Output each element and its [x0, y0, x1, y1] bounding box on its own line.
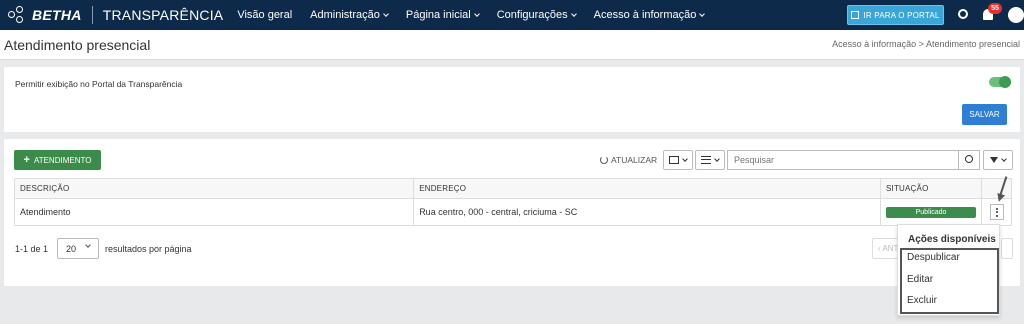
- search-button[interactable]: [958, 150, 980, 170]
- breadcrumb[interactable]: Acesso à informação > Atendimento presen…: [832, 39, 1020, 49]
- search-input[interactable]: [727, 150, 959, 170]
- list-icon: [701, 156, 711, 164]
- pagination-count: 1-1 de 1: [15, 244, 49, 254]
- cell-situacao: Publicado: [880, 198, 982, 226]
- menu-header: Ações disponíveis: [908, 234, 996, 245]
- cell-endereco: Rua centro, 000 - central, criciuma - SC: [413, 198, 881, 226]
- chevron-down-icon: [682, 155, 688, 162]
- toggle-knob: [999, 76, 1011, 88]
- product-name: TRANSPARÊNCIA: [102, 7, 224, 23]
- nav-item-administracao[interactable]: Administração: [310, 9, 389, 21]
- refresh-button[interactable]: ATUALIZAR: [600, 155, 657, 165]
- go-to-portal-button[interactable]: IR PARA O PORTAL: [847, 5, 944, 25]
- row-actions-button[interactable]: [989, 204, 1004, 220]
- nav-item-pagina-inicial[interactable]: Página inicial: [405, 9, 480, 21]
- gear-icon[interactable]: [958, 9, 968, 19]
- settings-card: Permitir exibição no Portal da Transparê…: [4, 67, 1020, 132]
- notification-badge: 55: [988, 3, 1002, 14]
- external-link-icon: [851, 11, 860, 19]
- nav-item-visao-geral[interactable]: Visão geral: [237, 9, 292, 21]
- add-atendimento-button[interactable]: + ATENDIMENTO: [14, 150, 101, 170]
- logo-text: BETHA: [32, 7, 82, 23]
- column-header-endereco[interactable]: ENDEREÇO: [413, 178, 881, 199]
- portal-button-label: IR PARA O PORTAL: [863, 10, 940, 20]
- save-button[interactable]: SALVAR: [962, 104, 1007, 125]
- menu-item-despublicar[interactable]: Despublicar: [907, 252, 960, 263]
- nav-label: Acesso à informação: [593, 9, 697, 21]
- chevron-down-icon: [1001, 155, 1007, 162]
- chevron-down-icon: [570, 10, 577, 17]
- chevron-down-icon: [85, 242, 91, 248]
- per-page-value: 20: [66, 244, 77, 254]
- chevron-down-icon: [383, 10, 389, 17]
- nav-label: Configurações: [496, 9, 568, 21]
- column-header-descricao[interactable]: DESCRIÇÃO: [13, 178, 415, 199]
- portal-visibility-toggle[interactable]: [989, 76, 1011, 88]
- refresh-icon: [600, 156, 608, 164]
- menu-item-excluir[interactable]: Excluir: [907, 295, 937, 306]
- chevron-down-icon: [699, 10, 706, 17]
- plus-icon: +: [23, 154, 30, 166]
- next-page-button[interactable]: [1001, 238, 1013, 259]
- nav-label: Visão geral: [237, 9, 293, 21]
- brand-divider: [91, 6, 93, 24]
- nav-label: Administração: [310, 9, 380, 21]
- nav-item-acesso-informacao[interactable]: Acesso à informação: [593, 9, 706, 21]
- page-title: Atendimento presencial: [4, 37, 151, 53]
- page-header: Atendimento presencial Acesso à informaç…: [0, 30, 1024, 60]
- density-button[interactable]: [695, 150, 725, 170]
- status-badge: Publicado: [886, 207, 976, 218]
- brand-logo[interactable]: BETHA: [8, 6, 82, 24]
- table-row[interactable]: Atendimento Rua centro, 000 - central, c…: [13, 198, 1012, 226]
- filter-button[interactable]: [983, 150, 1013, 170]
- chevron-down-icon: [473, 10, 480, 17]
- columns-icon: [669, 156, 679, 164]
- column-header-situacao[interactable]: SITUAÇÃO: [880, 178, 982, 199]
- data-table: DESCRIÇÃO ENDEREÇO SITUAÇÃO Atendimento …: [13, 178, 1012, 226]
- per-page-label: resultados por página: [105, 244, 192, 254]
- betha-logo-icon: [8, 6, 26, 24]
- menu-item-editar[interactable]: Editar: [907, 274, 933, 285]
- refresh-label: ATUALIZAR: [611, 155, 658, 165]
- nav-label: Página inicial: [405, 9, 471, 21]
- nav-item-configuracoes[interactable]: Configurações: [496, 9, 577, 21]
- chevron-down-icon: [714, 155, 720, 162]
- add-button-label: ATENDIMENTO: [33, 155, 92, 165]
- search-icon: [965, 155, 973, 163]
- filter-icon: [990, 157, 998, 163]
- per-page-select[interactable]: 20: [57, 238, 99, 259]
- columns-button[interactable]: [663, 150, 693, 170]
- cell-descricao: Atendimento: [13, 198, 415, 226]
- toggle-label: Permitir exibição no Portal da Transparê…: [15, 79, 183, 89]
- main-nav: Visão geral Administração Página inicial…: [237, 9, 722, 21]
- table-header-row: DESCRIÇÃO ENDEREÇO SITUAÇÃO: [13, 178, 1012, 199]
- avatar[interactable]: [1008, 7, 1024, 23]
- cell-actions: [981, 198, 1012, 226]
